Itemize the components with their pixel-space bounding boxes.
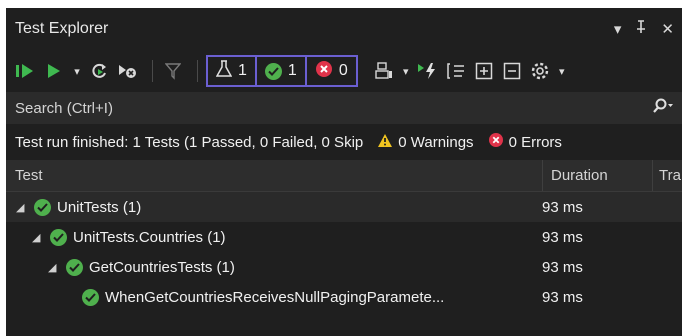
close-icon[interactable]: ✕ xyxy=(661,20,674,38)
run-summary: Test run finished: 1 Tests (1 Passed, 0 … xyxy=(6,124,682,160)
test-settings-icon[interactable] xyxy=(372,56,396,86)
column-header: Test Duration Trait xyxy=(6,160,682,192)
search-input[interactable]: Search (Ctrl+I) xyxy=(15,100,652,117)
tree-item-label: WhenGetCountriesReceivesNullPagingParame… xyxy=(105,288,445,306)
tree-row[interactable]: ◢ GetCountriesTests (1) 93 ms xyxy=(6,252,682,282)
test-tree: ◢ UnitTests (1) 93 ms ◢ UnitTests.Countr… xyxy=(6,192,682,312)
failed-count: 0 xyxy=(338,62,348,79)
collapse-all-icon[interactable] xyxy=(500,56,524,86)
toolbar-separator xyxy=(152,60,153,82)
toolbar-separator xyxy=(197,60,198,82)
tree-row[interactable]: ◢ UnitTests (1) 93 ms xyxy=(6,192,682,222)
test-explorer-window: Test Explorer ▾ ✕ ▾ 1 1 0 ▾ ▾ Search (Ct… xyxy=(6,8,682,336)
tree-item-duration: 93 ms xyxy=(542,258,583,276)
failed-icon xyxy=(315,60,333,83)
tree-item-duration: 93 ms xyxy=(542,228,583,246)
run-summary-text: Test run finished: 1 Tests (1 Passed, 0 … xyxy=(15,133,364,151)
window-options-dropdown[interactable]: ▾ xyxy=(614,20,622,38)
gear-icon[interactable] xyxy=(528,56,552,86)
expand-caret-icon[interactable]: ◢ xyxy=(16,201,28,214)
column-traits[interactable]: Trait xyxy=(652,160,682,191)
options-dropdown-button[interactable]: ▾ xyxy=(556,56,568,86)
flask-icon xyxy=(215,59,233,83)
warnings-link[interactable]: 0 Warnings xyxy=(377,133,474,152)
filter-icon[interactable] xyxy=(161,56,185,86)
warning-icon xyxy=(377,133,393,152)
tree-row[interactable]: WhenGetCountriesReceivesNullPagingParame… xyxy=(6,282,682,312)
passed-icon xyxy=(50,228,67,246)
expand-caret-icon[interactable]: ◢ xyxy=(48,261,60,274)
error-icon xyxy=(488,132,504,152)
run-dropdown-button[interactable]: ▾ xyxy=(70,56,84,86)
run-on-build-icon[interactable] xyxy=(416,56,440,86)
filter-failed-button[interactable]: 0 xyxy=(304,55,358,87)
search-icon[interactable] xyxy=(652,98,674,118)
run-button[interactable] xyxy=(42,56,66,86)
group-by-icon[interactable] xyxy=(444,56,468,86)
passed-count: 1 xyxy=(287,62,297,79)
tree-item-duration: 93 ms xyxy=(542,288,583,306)
passed-icon xyxy=(264,62,282,80)
expand-all-icon[interactable] xyxy=(472,56,496,86)
run-all-button[interactable] xyxy=(14,56,38,86)
tree-item-label: UnitTests (1) xyxy=(57,198,142,216)
expand-caret-icon[interactable]: ◢ xyxy=(32,231,44,244)
repeat-last-run-icon[interactable] xyxy=(88,56,112,86)
column-test[interactable]: Test xyxy=(6,167,542,184)
passed-icon xyxy=(82,288,99,306)
pin-icon[interactable] xyxy=(635,20,647,38)
toolbar: ▾ 1 1 0 ▾ ▾ xyxy=(6,50,682,92)
warnings-count: 0 Warnings xyxy=(398,133,474,151)
tree-item-label: GetCountriesTests (1) xyxy=(89,258,235,276)
tree-item-duration: 93 ms xyxy=(542,198,583,216)
filter-all-tests-button[interactable]: 1 xyxy=(206,55,257,87)
window-title: Test Explorer xyxy=(15,20,109,37)
total-count: 1 xyxy=(238,62,247,79)
passed-icon xyxy=(34,198,51,216)
run-failed-tests-icon[interactable] xyxy=(116,56,140,86)
column-duration[interactable]: Duration xyxy=(542,160,652,191)
title-bar: Test Explorer ▾ ✕ xyxy=(6,8,682,50)
passed-icon xyxy=(66,258,83,276)
tree-row[interactable]: ◢ UnitTests.Countries (1) 93 ms xyxy=(6,222,682,252)
tree-item-label: UnitTests.Countries (1) xyxy=(73,228,226,246)
search-bar[interactable]: Search (Ctrl+I) xyxy=(6,92,682,124)
filter-passed-button[interactable]: 1 xyxy=(254,55,307,87)
errors-link[interactable]: 0 Errors xyxy=(488,132,562,152)
settings-dropdown-button[interactable]: ▾ xyxy=(400,56,412,86)
errors-count: 0 Errors xyxy=(508,133,562,151)
